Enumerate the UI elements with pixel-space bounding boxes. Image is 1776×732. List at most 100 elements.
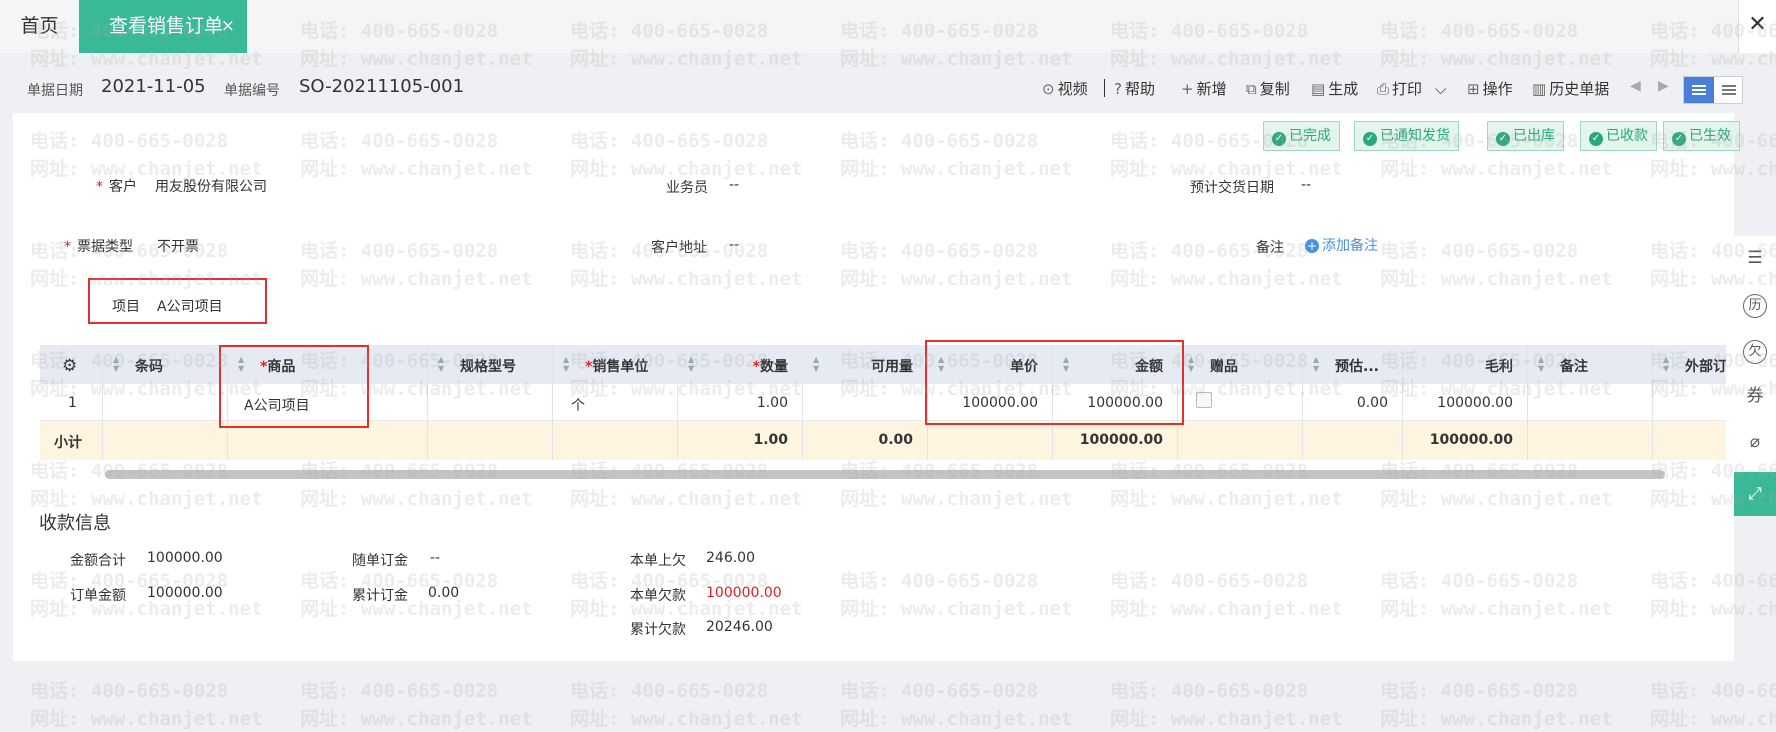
document-icon: ▥ xyxy=(1532,80,1547,98)
row-index: 1 xyxy=(68,395,77,411)
note-label: 备注 xyxy=(1256,240,1284,256)
col-remark[interactable]: ▲ ▼ 备注 xyxy=(1528,345,1653,384)
cell-external[interactable] xyxy=(1653,384,1726,420)
play-icon: ⊙ xyxy=(1042,80,1055,98)
debt-rail-button[interactable]: 欠 xyxy=(1734,328,1776,372)
attachment-icon[interactable]: ⌀ xyxy=(1734,420,1776,464)
next-record-icon[interactable]: ▶ xyxy=(1658,78,1669,94)
salesman-value: -- xyxy=(729,177,740,193)
col-available[interactable]: ▲ ▼ 可用量 xyxy=(803,345,928,384)
coupon-rail-button[interactable]: 券 xyxy=(1734,374,1776,418)
history-icon: 历 xyxy=(1743,294,1767,318)
history-rail-button[interactable]: 历 xyxy=(1734,282,1776,326)
sort-icon: ▲ ▼ xyxy=(563,355,570,373)
watermark-text: 电话: 400-665-0028网址: www.chanjet.net xyxy=(570,680,803,730)
operate-button[interactable]: ⊞ 操作 xyxy=(1467,78,1513,99)
expand-icon[interactable]: ⤢ xyxy=(1734,472,1776,516)
highlight-project xyxy=(88,278,267,324)
cell-remark[interactable] xyxy=(1528,384,1653,420)
help-button[interactable]: ? 帮助 xyxy=(1114,78,1155,99)
check-icon: ✓ xyxy=(1672,132,1686,146)
horizontal-scrollbar[interactable] xyxy=(105,470,1665,479)
sort-icon: ▲ ▼ xyxy=(688,355,695,373)
subtotal-label: 小计 xyxy=(54,435,82,451)
tab-view-sales-order[interactable]: 查看销售订单 × xyxy=(79,0,247,53)
delivery-date-value: -- xyxy=(1301,177,1312,193)
history-button[interactable]: ▥ 历史单据 xyxy=(1532,78,1609,99)
chevron-down-icon[interactable]: ⌵ xyxy=(1435,80,1446,98)
new-button[interactable]: + 新增 xyxy=(1181,78,1227,99)
add-circle-icon: + xyxy=(1305,239,1319,253)
card-view-icon[interactable] xyxy=(1714,77,1743,103)
sort-icon: ▲ ▼ xyxy=(813,355,820,373)
col-quantity[interactable]: ▲ ▼ *数量 xyxy=(678,345,803,384)
cell-gross-profit: 100000.00 xyxy=(1403,384,1528,420)
grid-icon: ⊞ xyxy=(1467,80,1480,98)
col-barcode[interactable]: ▲ ▼ 条码 xyxy=(103,345,228,384)
col-unit[interactable]: ▲ ▼ *销售单位 xyxy=(553,345,678,384)
cum-debt-value: 20246.00 xyxy=(706,619,773,635)
tab-close-icon[interactable]: × xyxy=(221,0,235,53)
cell-barcode[interactable] xyxy=(103,384,228,420)
gift-checkbox[interactable] xyxy=(1196,392,1212,408)
window-close-icon[interactable]: ✕ xyxy=(1738,0,1776,53)
order-amount-label: 订单金额 xyxy=(70,588,126,604)
right-tool-rail: ☰ 历 欠 券 ⌀ ⤢ xyxy=(1734,236,1776,516)
sort-icon: ▲ ▼ xyxy=(438,355,445,373)
customer-address-label: 客户地址 xyxy=(651,240,707,256)
subtotal-available: 0.00 xyxy=(878,432,913,448)
total-amount-label: 金额合计 xyxy=(70,553,126,569)
tab-label: 查看销售订单 xyxy=(109,15,224,37)
payment-section-title: 收款信息 xyxy=(39,513,111,534)
print-button[interactable]: ⎙ 打印 ⌵ xyxy=(1377,78,1446,99)
total-amount-value: 100000.00 xyxy=(147,550,223,566)
prev-record-icon[interactable]: ◀ xyxy=(1630,78,1641,94)
sort-icon: ▲ ▼ xyxy=(113,355,120,373)
this-debt-label: 本单欠款 xyxy=(630,588,686,604)
video-button[interactable]: ⊙ 视频 xyxy=(1042,78,1088,99)
status-badge-shipping-notified: ✓ 已通知发货 xyxy=(1354,121,1459,151)
generate-button[interactable]: ▤ 生成 xyxy=(1311,78,1358,99)
cell-unit[interactable]: 个 xyxy=(553,384,678,420)
cell-quantity[interactable]: 1.00 xyxy=(678,384,803,420)
help-icon: ? xyxy=(1114,80,1122,98)
printer-icon: ⎙ xyxy=(1377,80,1390,98)
cell-estimate: 0.00 xyxy=(1303,384,1403,420)
this-debt-value: 100000.00 xyxy=(706,585,782,601)
invoice-type-value: 不开票 xyxy=(157,239,199,255)
col-estimate[interactable]: ▲ ▼ 预估... xyxy=(1303,345,1403,384)
number-label: 单据编号 xyxy=(224,83,280,99)
watermark-text: 电话: 400-665-0028网址: www.chanjet.net xyxy=(1110,680,1343,730)
sort-icon: ▲ ▼ xyxy=(1663,355,1670,373)
cum-debt-label: 累计欠款 xyxy=(630,622,686,638)
tab-home[interactable]: 首页 xyxy=(0,0,79,53)
view-toggle xyxy=(1683,76,1743,104)
add-note-button[interactable]: + 添加备注 xyxy=(1305,235,1378,255)
prev-debt-label: 本单上欠 xyxy=(630,553,686,569)
column-settings[interactable]: ⚙ xyxy=(40,345,103,384)
cell-spec[interactable] xyxy=(428,384,553,420)
col-gross-profit[interactable]: 毛利 xyxy=(1403,345,1528,384)
sort-icon: ▲ ▼ xyxy=(1188,355,1195,373)
copy-button[interactable]: ⧉ 复制 xyxy=(1246,78,1290,99)
highlight-price-amount xyxy=(925,340,1184,425)
col-gift[interactable]: ▲ ▼ 赠品 xyxy=(1178,345,1303,384)
check-icon: ✓ xyxy=(1272,132,1286,146)
gear-icon[interactable]: ⚙ xyxy=(62,356,77,376)
col-spec[interactable]: ▲ ▼ 规格型号 xyxy=(428,345,553,384)
customer-label: * 客户 xyxy=(96,179,137,195)
debt-icon: 欠 xyxy=(1743,340,1767,364)
checklist-icon[interactable]: ☰ xyxy=(1734,236,1776,280)
salesman-label: 业务员 xyxy=(666,180,708,196)
col-external[interactable]: ▲ ▼ 外部订 xyxy=(1653,345,1726,384)
sort-icon: ▲ ▼ xyxy=(1313,355,1320,373)
date-label: 单据日期 xyxy=(27,83,83,99)
generate-icon: ▤ xyxy=(1311,80,1326,98)
watermark-text: 电话: 400-665-0028网址: www.chanjet.net xyxy=(30,680,263,730)
coupon-icon: 券 xyxy=(1746,386,1764,406)
prev-debt-value: 246.00 xyxy=(706,550,755,566)
delivery-date-label: 预计交货日期 xyxy=(1190,180,1274,196)
order-amount-value: 100000.00 xyxy=(147,585,223,601)
list-view-icon[interactable] xyxy=(1684,77,1714,103)
cum-deposit-value: 0.00 xyxy=(428,585,460,601)
